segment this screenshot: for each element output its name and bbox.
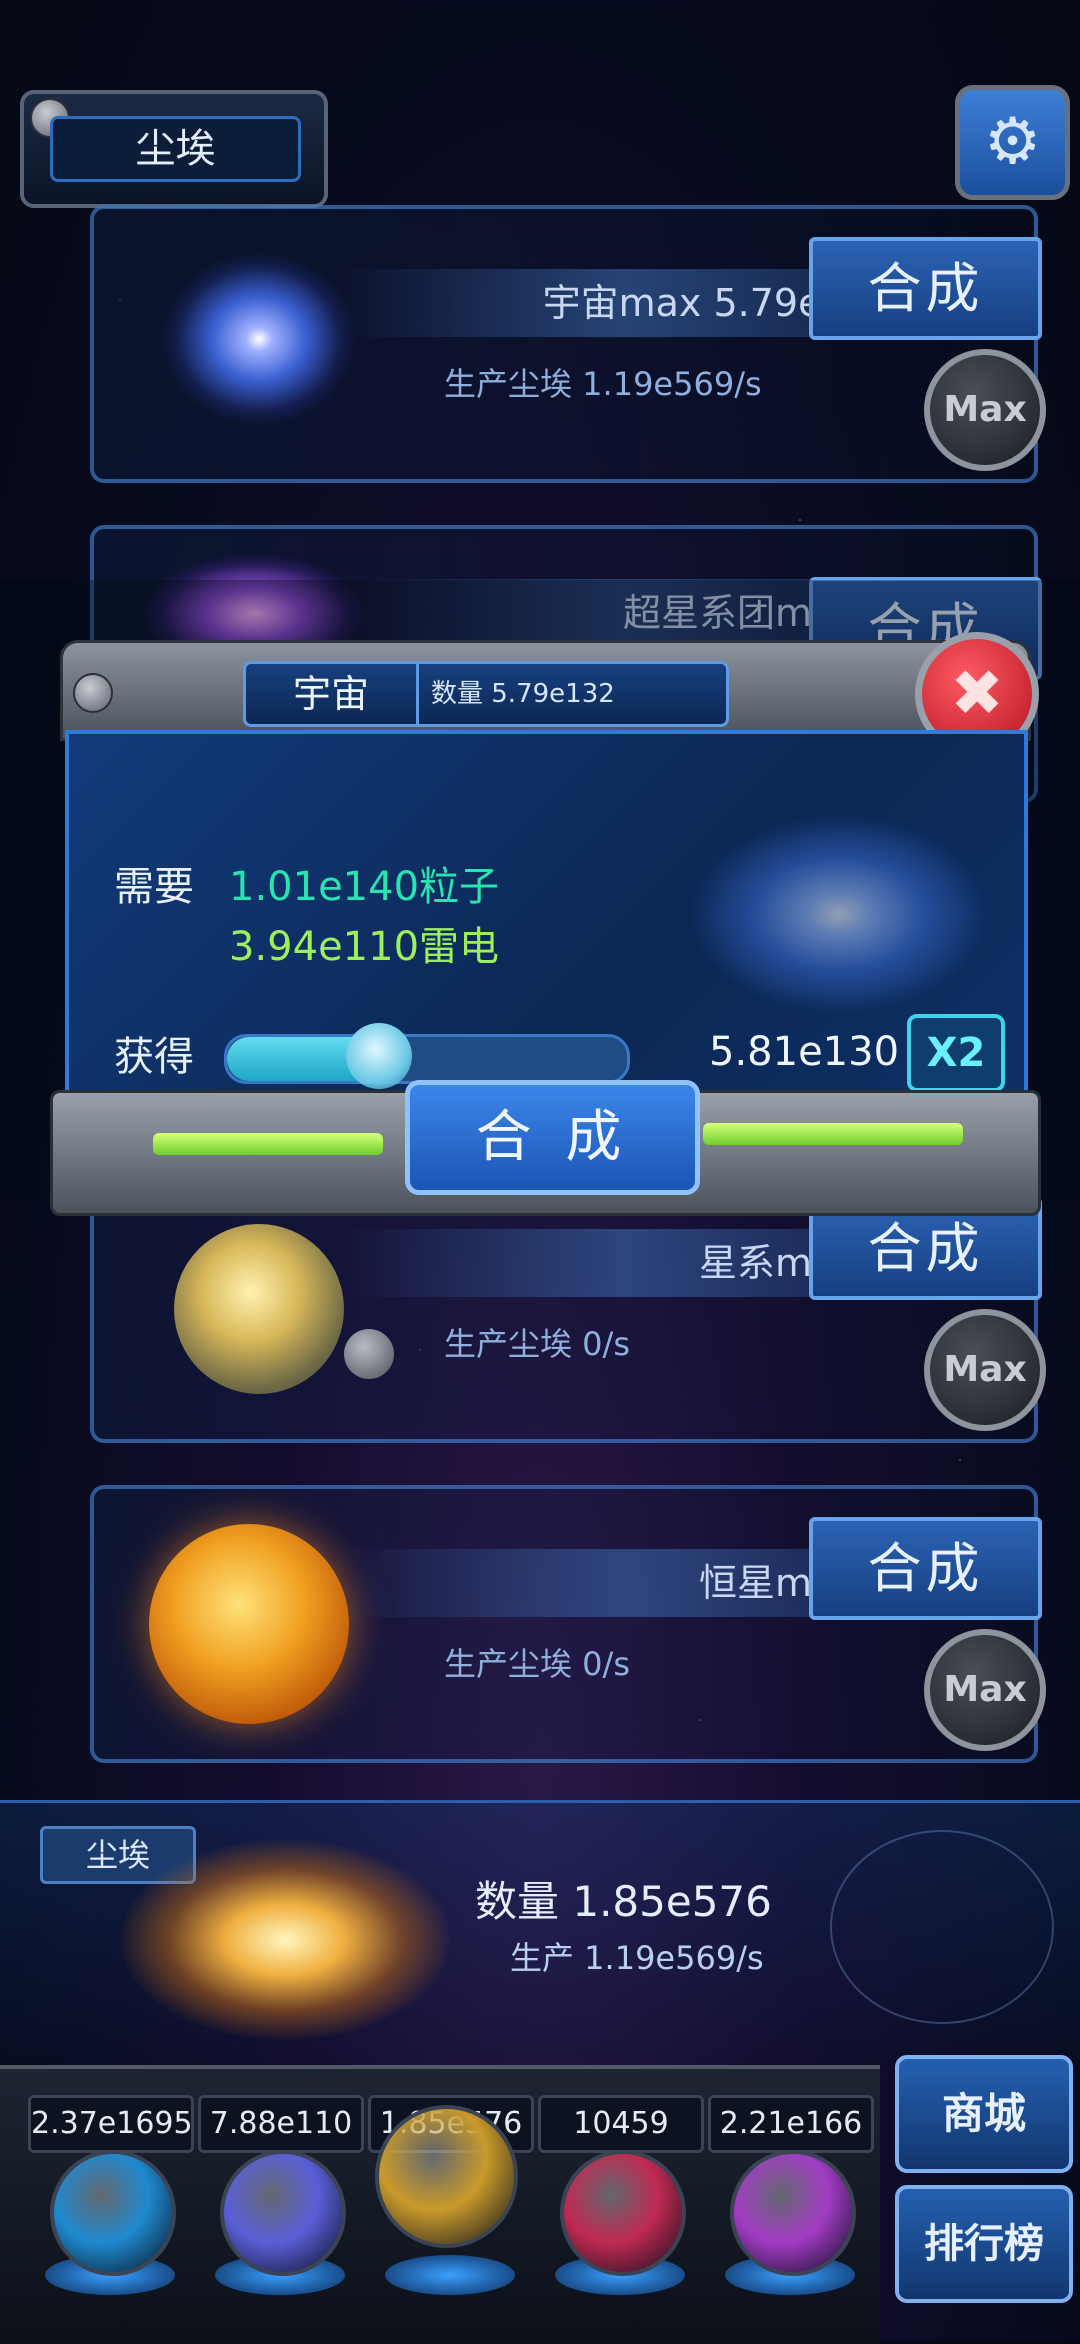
vortex-orb-icon[interactable]	[730, 2150, 856, 2276]
settings-button[interactable]: ⚙	[955, 85, 1070, 200]
multiplier-button[interactable]: X2	[907, 1014, 1005, 1092]
page-title: 尘埃	[50, 116, 301, 182]
dust-quantity: 数量 1.85e576	[475, 1877, 772, 1926]
shop-button[interactable]: 商城	[895, 2055, 1073, 2173]
dialog-item-name: 宇宙	[246, 664, 419, 724]
energy-bar-left	[153, 1133, 383, 1155]
resource-value: 10459	[538, 2095, 704, 2153]
merge-dialog: 宇宙 数量 5.79e132 ✖ 需要 1.01e140粒子 3.94e110雷…	[50, 632, 1041, 1216]
merge-button[interactable]: 合成	[809, 1517, 1042, 1620]
brain-orb-icon[interactable]	[560, 2150, 686, 2276]
moon-icon	[344, 1329, 394, 1379]
dialog-tab: 宇宙 数量 5.79e132	[243, 661, 729, 727]
dialog-header-frame: 宇宙 数量 5.79e132	[60, 640, 1031, 741]
dialog-item-quantity: 数量 5.79e132	[431, 679, 615, 709]
need-lightning: 3.94e110雷电	[229, 924, 500, 970]
item-production-line: 生产尘埃 0/s	[444, 1645, 630, 1683]
resource-value: 2.21e166	[708, 2095, 874, 2153]
max-button[interactable]: Max	[924, 1309, 1046, 1431]
max-button[interactable]: Max	[924, 349, 1046, 471]
orbit-diagram-icon	[830, 1830, 1054, 2024]
dust-production: 生产 1.19e569/s	[510, 1939, 764, 1977]
amount-slider[interactable]	[224, 1023, 630, 1089]
resource-value: 2.37e1695	[28, 2095, 194, 2153]
dust-orb-icon[interactable]	[375, 2105, 518, 2248]
dust-explosion-icon	[120, 1840, 450, 2040]
particle-orb-icon[interactable]	[50, 2150, 176, 2276]
lightning-orb-icon[interactable]	[220, 2150, 346, 2276]
page-title-plate: 尘埃	[20, 90, 328, 208]
item-production-line: 生产尘埃 1.19e569/s	[444, 365, 762, 403]
universe-watermark-icon	[689, 814, 989, 1014]
energy-bar-right	[703, 1123, 963, 1145]
star-sun-icon	[149, 1524, 349, 1724]
confirm-merge-button[interactable]: 合 成	[405, 1080, 700, 1195]
ranking-button[interactable]: 排行榜	[895, 2185, 1073, 2303]
gear-icon: ⚙	[983, 105, 1042, 179]
item-card-star: 恒星max 0 生产尘埃 0/s 合成 Max	[90, 1485, 1046, 1763]
gain-label: 获得	[114, 1034, 194, 1080]
slider-knob[interactable]	[346, 1023, 412, 1089]
gain-value: 5.81e130	[709, 1029, 900, 1075]
need-particles: 1.01e140粒子	[229, 864, 500, 910]
item-production-line: 生产尘埃 0/s	[444, 1325, 630, 1363]
need-label: 需要	[114, 864, 194, 910]
universe-galaxy-icon	[164, 254, 354, 424]
orb-pedestal	[385, 2255, 515, 2295]
resource-value: 7.88e110	[198, 2095, 364, 2153]
galaxy-planet-icon	[174, 1224, 344, 1394]
item-card-universe: 宇宙max 5.79e132 生产尘埃 1.19e569/s 合成 Max	[90, 205, 1046, 483]
max-button[interactable]: Max	[924, 1629, 1046, 1751]
screw-icon	[73, 673, 113, 713]
merge-button[interactable]: 合成	[809, 237, 1042, 340]
dialog-body: 需要 1.01e140粒子 3.94e110雷电 获得 5.81e130 X2	[65, 730, 1028, 1128]
